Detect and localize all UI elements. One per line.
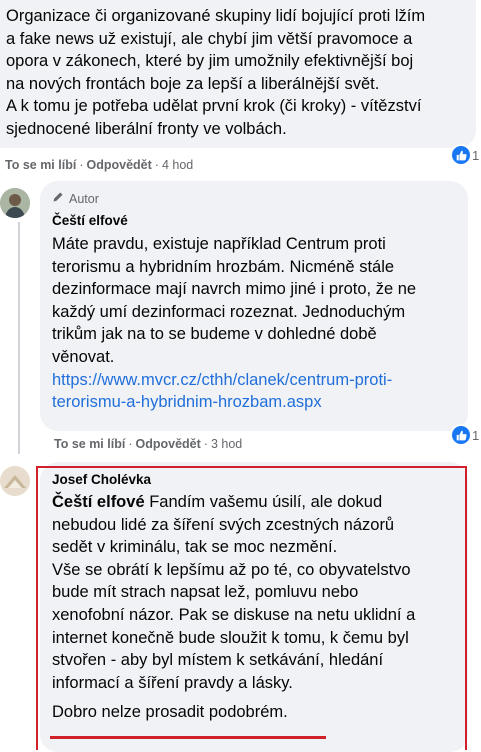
avatar-icon bbox=[0, 188, 30, 218]
comment-bubble-1: Organizace či organizované skupiny lidí … bbox=[0, 0, 476, 148]
avatar[interactable] bbox=[0, 466, 30, 496]
comment-text-line: A k tomu je potřeba udělat první krok (č… bbox=[6, 97, 422, 116]
reaction-count-2[interactable]: 1 bbox=[452, 426, 479, 444]
comment-author[interactable]: Čeští elfové bbox=[52, 213, 128, 228]
timestamp[interactable]: 4 hod bbox=[162, 158, 193, 172]
comment-text-line: sjednocené liberální fronty ve volbách. bbox=[6, 119, 287, 138]
thread-line bbox=[18, 222, 20, 454]
highlight-underline bbox=[50, 736, 326, 739]
article-link[interactable]: https://www.mvcr.cz/cthh/clanek/centrum-… bbox=[52, 369, 416, 392]
reply-link[interactable]: Odpovědět bbox=[86, 158, 151, 172]
pencil-icon bbox=[52, 191, 64, 206]
like-count: 1 bbox=[472, 427, 480, 443]
reply-bubble-1: Autor Čeští elfové Máte pravdu, existuje… bbox=[40, 181, 468, 431]
avatar-icon bbox=[0, 466, 30, 496]
author-badge: Autor bbox=[69, 191, 99, 206]
comment-text-line: každý umí dezinformaci rozeznat. Jednodu… bbox=[52, 302, 406, 321]
highlight-box bbox=[36, 466, 467, 750]
like-thumb-icon bbox=[452, 426, 470, 444]
reaction-count-1[interactable]: 1 bbox=[452, 146, 479, 164]
comment-text-line: Máte pravdu, existuje například Centrum … bbox=[52, 235, 386, 253]
comment-actions-2: To se mi líbí · Odpovědět · 3 hod bbox=[54, 437, 243, 451]
timestamp[interactable]: 3 hod bbox=[211, 437, 242, 451]
like-thumb-icon bbox=[452, 146, 470, 164]
reply-link[interactable]: Odpovědět bbox=[135, 437, 200, 451]
comment-text-line: a fake news už existují, ale chybí jim v… bbox=[6, 29, 413, 48]
article-link[interactable]: terorismu-a-hybridnim-hrozbam.aspx bbox=[52, 391, 416, 414]
comment-text-line: terorismu a hybridním hrozbám. Nicméně s… bbox=[52, 257, 395, 276]
comment-text-line: opora v zákonech, které by jim umožnily … bbox=[6, 52, 414, 71]
comment-text-line: na nových frontách boje za lepší a liber… bbox=[6, 74, 380, 93]
comment-text-line: trikům jak na to se budeme v dohledné do… bbox=[52, 325, 377, 344]
comment-text-line: věnovat. bbox=[52, 347, 115, 366]
comment-actions-1: To se mi líbí · Odpovědět · 4 hod bbox=[5, 158, 194, 172]
comment-text-line: dezinformace mají navrch mimo jiné i pro… bbox=[52, 280, 417, 299]
like-link[interactable]: To se mi líbí bbox=[54, 437, 125, 451]
like-link[interactable]: To se mi líbí bbox=[5, 158, 76, 172]
like-count: 1 bbox=[472, 147, 480, 163]
comment-text-line: Organizace či organizované skupiny lidí … bbox=[6, 7, 426, 25]
avatar[interactable] bbox=[0, 188, 30, 218]
